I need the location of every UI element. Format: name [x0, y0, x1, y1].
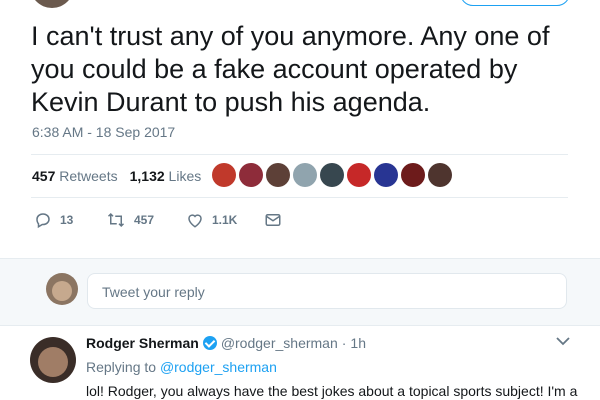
reply-input[interactable]: Tweet your reply — [87, 273, 567, 309]
chevron-down-icon[interactable] — [556, 336, 570, 346]
reply-time[interactable]: 1h — [350, 335, 366, 351]
reply-author-name[interactable]: Rodger Sherman — [86, 335, 199, 351]
liker-avatar[interactable] — [293, 163, 317, 187]
follow-button[interactable] — [460, 0, 570, 6]
reply-text: lol! Rodger, you always have the best jo… — [86, 383, 578, 399]
like-count: 1.1K — [212, 213, 238, 227]
replying-to: Replying to @rodger_sherman — [86, 359, 277, 375]
envelope-icon — [265, 214, 281, 226]
tweet-actions: 13 457 1.1K — [34, 211, 282, 229]
replying-to-link[interactable]: @rodger_sherman — [160, 359, 277, 375]
liker-avatar[interactable] — [374, 163, 398, 187]
separator-dot: · — [341, 335, 347, 351]
liker-avatar[interactable] — [212, 163, 236, 187]
liker-avatar[interactable] — [266, 163, 290, 187]
author-avatar[interactable] — [30, 0, 74, 8]
retweet-icon — [107, 212, 125, 228]
liker-avatar[interactable] — [320, 163, 344, 187]
tweet-timestamp[interactable]: 6:38 AM - 18 Sep 2017 — [32, 124, 175, 140]
likes-stat[interactable]: 1,132 Likes — [130, 168, 202, 184]
direct-message-button[interactable] — [264, 212, 282, 228]
replying-to-prefix: Replying to — [86, 359, 157, 375]
retweet-count: 457 — [134, 213, 155, 227]
retweets-stat[interactable]: 457 Retweets — [32, 168, 118, 184]
reply-count: 13 — [60, 213, 74, 227]
retweet-button[interactable]: 457 — [106, 211, 186, 229]
liker-avatar[interactable] — [428, 163, 452, 187]
reply-author-avatar[interactable] — [30, 337, 76, 383]
divider — [31, 154, 568, 155]
like-button[interactable]: 1.1K — [186, 211, 264, 229]
reply-icon — [36, 213, 50, 229]
verified-icon — [202, 336, 217, 350]
tweet-stats: 457 Retweets 1,132 Likes — [32, 168, 201, 184]
liker-avatar[interactable] — [401, 163, 425, 187]
tweet-text: I can't trust any of you anymore. Any on… — [31, 21, 550, 117]
liker-avatar[interactable] — [347, 163, 371, 187]
current-user-avatar — [46, 273, 78, 305]
reply-author-handle[interactable]: @rodger_sherman — [221, 335, 338, 351]
divider — [31, 197, 568, 198]
liker-avatar[interactable] — [239, 163, 263, 187]
heart-icon — [188, 214, 202, 228]
reply-header: Rodger Sherman @rodger_sherman · 1h — [86, 335, 366, 351]
liker-avatars[interactable] — [212, 163, 452, 187]
reply-button[interactable]: 13 — [34, 211, 106, 229]
